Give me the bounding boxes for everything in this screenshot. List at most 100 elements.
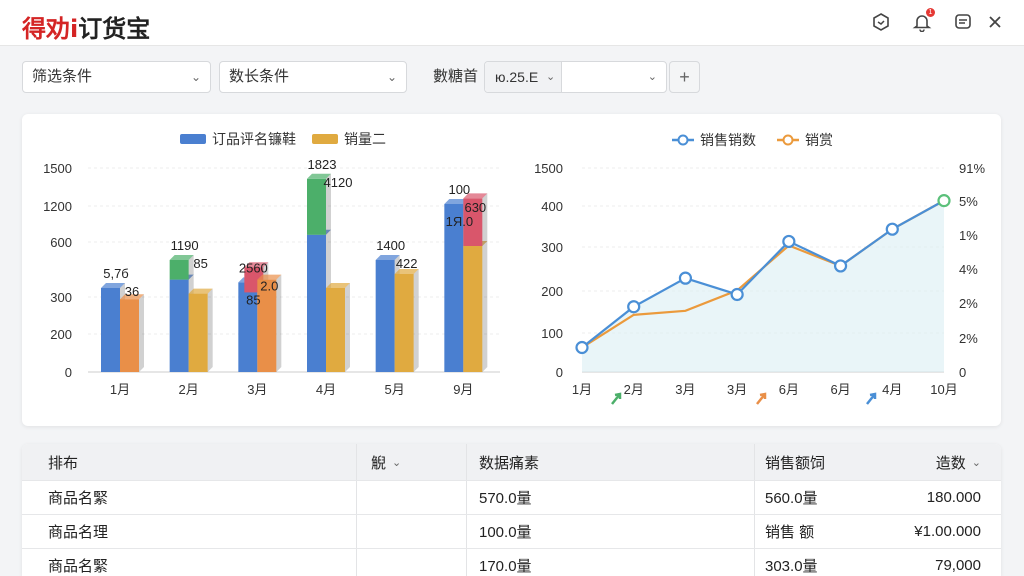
y-tick-label-right: 2% [959,296,978,311]
col-header-count[interactable]: 造数 ⌄ [855,444,1001,480]
data-table: 排布 觬 ⌄ 数据痛素 销售额饲 造数 ⌄ 商品名緊 570.0量 560.0量 180.… [22,444,1001,576]
bar-cap [169,260,189,280]
bar-series-1 [307,234,326,372]
chevron-down-icon: ⌄ [971,456,981,469]
col-header-label: 排布 [48,454,79,472]
table-cell: 79,000 [935,557,981,574]
y-tick-label: 0 [556,365,563,380]
app-logo[interactable]: 得劝i订货宝 [22,9,150,44]
col-header-sales[interactable]: 销售额饲 [755,444,855,480]
table-cell: 商品名理 [22,515,357,548]
data-point [627,300,641,314]
x-tick-label: 1月 [572,382,592,397]
table-row[interactable]: 商品名緊 170.0量 303.0量 79,000 [22,549,1001,576]
x-tick-label: 4月 [316,382,336,397]
table-cell [357,549,467,576]
data-label: 630 [464,200,486,215]
data-label: 85 [193,256,207,271]
top-header: 得劝i订货宝 1 [0,0,1024,46]
y-tick-label: 300 [541,240,563,255]
add-filter-button[interactable]: + [669,61,700,93]
bar-series-2-side [345,283,350,372]
data-label: 4120 [324,175,353,190]
legend-label: 订品评名镰鞋 [212,131,296,147]
message-icon[interactable] [952,11,974,33]
table-cell: 商品名緊 [22,549,357,576]
col-header-label: 造数 [935,454,966,472]
table-cell: ¥1.00.000 [914,523,981,540]
col-header-data[interactable]: 数据痛素 [467,444,755,480]
table-cell: 180.000 [926,489,981,506]
legend-swatch [180,134,206,144]
x-tick-label: 6月 [779,382,799,397]
bar-series-2 [463,246,483,372]
x-tick-label: 3月 [247,382,267,397]
data-label: 422 [396,256,418,271]
package-icon[interactable] [870,11,892,33]
table-row[interactable]: 商品名理 100.0量 销售 额 ¥1.00.000 [22,515,1001,549]
chevron-down-icon: ⌄ [546,71,556,83]
filter-select-2-value: 数长条件 [229,68,290,85]
data-point [730,287,744,302]
chevron-down-icon: ⌄ [647,71,657,83]
col-header-sort[interactable]: 觬 ⌄ [357,444,467,480]
notification-badge: 1 [926,8,935,17]
y-tick-label: 100 [541,326,563,341]
x-tick-label: 2月 [179,382,199,397]
data-point [782,234,796,249]
bar-series-2-side [482,241,488,372]
chevron-down-icon: ⌄ [190,70,201,84]
legend-swatch [312,134,338,144]
data-point [833,259,848,273]
table-row[interactable]: 商品名緊 570.0量 560.0量 180.000 [22,481,1001,515]
chevron-down-icon: ⌄ [386,70,397,84]
data-label: 100 [448,182,470,197]
col-header-label: 数据痛素 [479,454,540,472]
filter-select-1[interactable]: 筛选条件 ⌄ [22,61,211,93]
x-tick-label: 3月 [727,382,747,397]
table-cell: 570.0量 [467,481,755,514]
bar-series-1 [101,288,120,372]
y-tick-label-right: 91% [959,161,985,176]
y-tick-label-right: 1% [959,228,978,243]
table-cell: 303.0量 [765,558,818,575]
y-tick-label-right: 2% [959,331,978,346]
data-label: 2560 [239,260,268,275]
date-label: 數糖首 [433,68,479,85]
legend-label: 销赏 [805,132,833,148]
y-tick-label: 300 [50,290,72,305]
filter-select-2[interactable]: 数长条件 ⌄ [219,61,407,93]
x-tick-label: 2月 [624,382,644,397]
x-tick-label: 6月 [830,382,850,397]
data-label: 5,7б [103,266,129,281]
y-tick-label-right: 4% [959,262,978,277]
bar-series-2-side [413,269,419,372]
x-tick-label: 5月 [385,382,405,397]
chevron-down-icon: ⌄ [392,456,402,469]
y-tick-label: 1500 [534,161,563,176]
y-tick-label: 200 [50,327,72,342]
col-header-rank[interactable]: 排布 [22,444,357,480]
data-label: 1Я.0 [446,214,473,229]
filter-select-1-value: 筛选条件 [32,68,93,85]
y-tick-label: 200 [541,284,563,299]
close-icon[interactable] [984,11,1006,33]
date-range-picker[interactable]: ю.25.Е ⌄ ⌄ [484,61,667,93]
data-label: 1823 [308,157,337,172]
trend-arrow-icon [756,392,767,405]
bell-icon[interactable]: 1 [911,8,935,33]
table-header-row: 排布 觬 ⌄ 数据痛素 销售额饲 造数 ⌄ [22,444,1001,481]
logo-brand: 得劝i [22,15,79,43]
y-tick-label: 1500 [43,161,72,176]
table-cell: 100.0量 [467,515,755,548]
x-tick-label: 1月 [110,382,130,397]
y-tick-label: 400 [541,199,563,214]
data-point [575,340,589,355]
bar-series-1 [169,279,189,372]
y-tick-label-right: 5% [959,194,978,209]
x-tick-label: 10月 [930,382,957,397]
table-cell [357,481,467,514]
table-cell: 销售 额 [765,524,815,541]
x-tick-label: 3月 [675,382,695,397]
legend-label: 销量二 [344,131,386,147]
